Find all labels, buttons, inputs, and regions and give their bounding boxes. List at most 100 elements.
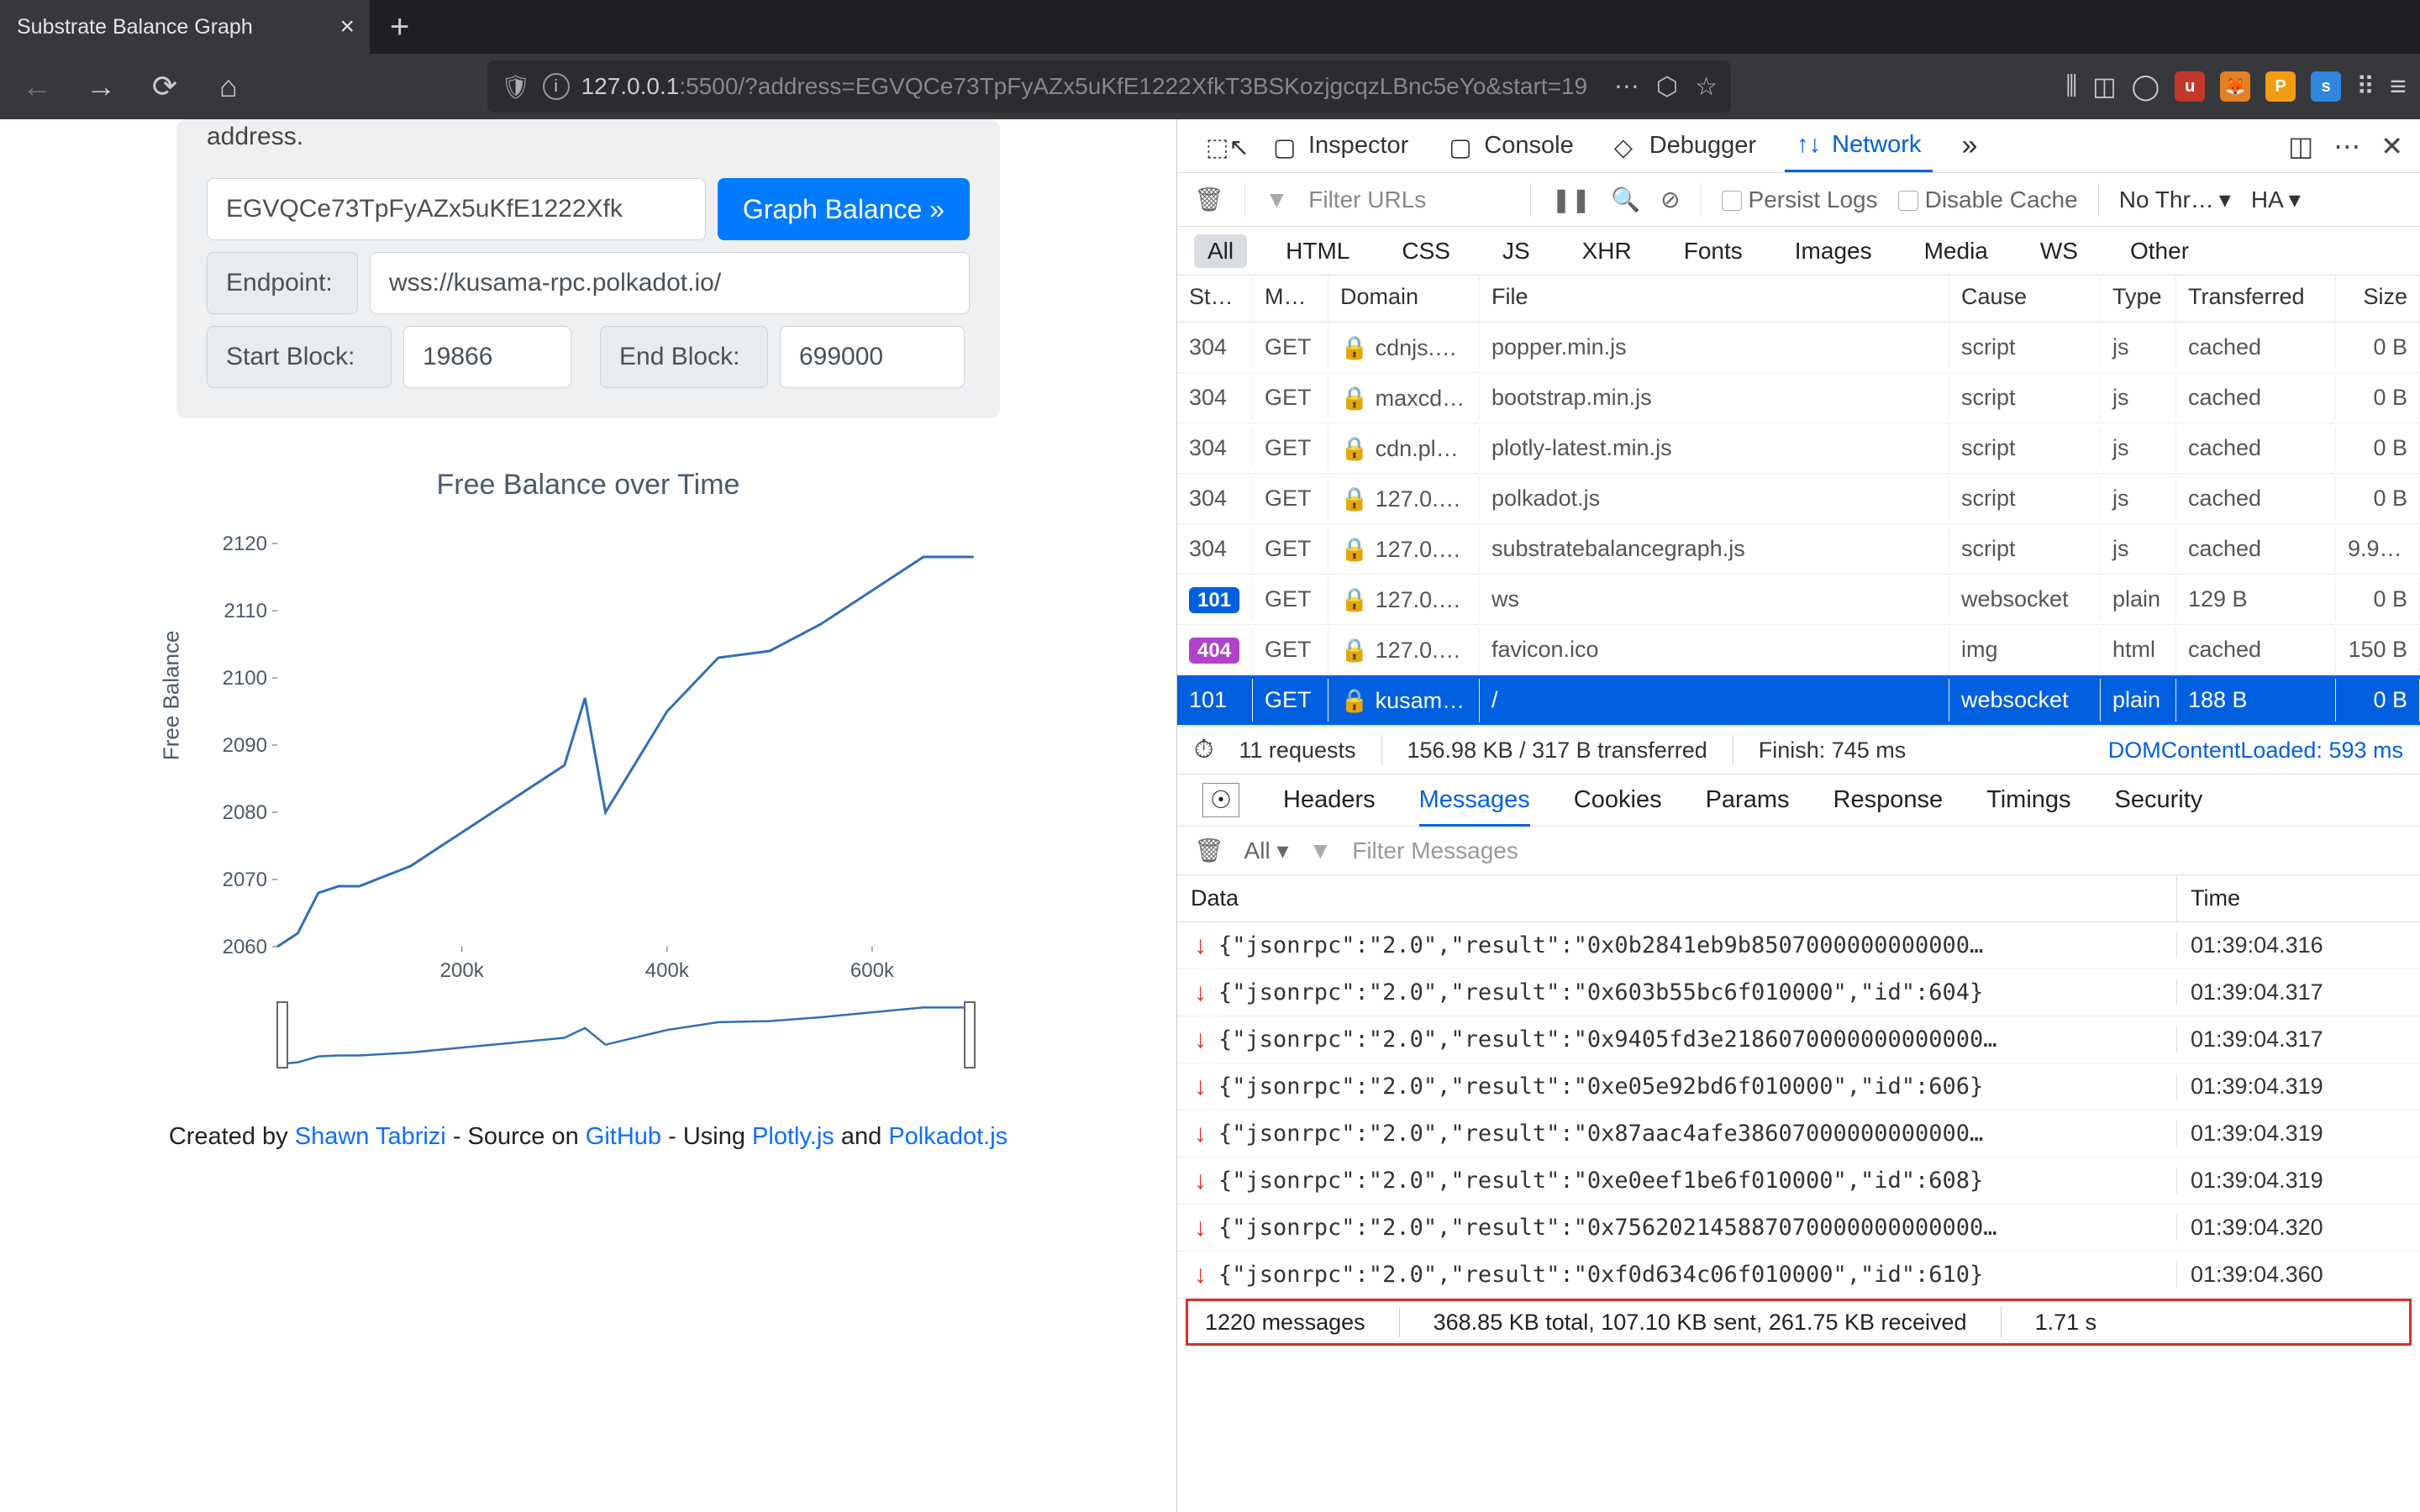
graph-balance-button[interactable]: Graph Balance » xyxy=(718,178,970,240)
network-row[interactable]: 304GET🔒maxcdn…bootstrap.min.jsscriptjsca… xyxy=(1177,373,2420,423)
account-icon[interactable]: ◯ xyxy=(2132,72,2160,102)
type-filter-js[interactable]: JS xyxy=(1489,234,1544,268)
har-select[interactable]: HA ▾ xyxy=(2251,186,2301,213)
browser-tab[interactable]: Substrate Balance Graph × xyxy=(0,0,370,54)
message-row[interactable]: ↓{"jsonrpc":"2.0","result":"0x0b2841eb9b… xyxy=(1177,922,2420,969)
col-domain[interactable]: Domain xyxy=(1328,276,1480,322)
author-link[interactable]: Shawn Tabrizi xyxy=(295,1123,446,1150)
col-cause[interactable]: Cause xyxy=(1949,276,2101,322)
plot-area[interactable]: Free Balance 206020702080209021002110212… xyxy=(185,535,992,1089)
filter-messages-input[interactable]: Filter Messages xyxy=(1352,837,1518,864)
tabs-overflow[interactable]: » xyxy=(1949,119,1989,172)
tab-inspector[interactable]: ▢Inspector xyxy=(1261,119,1420,172)
network-row[interactable]: 101GET🔒127.0.0.…wswebsocketplain129 B0 B xyxy=(1177,575,2420,625)
trash-icon[interactable]: 🗑 xyxy=(1194,837,1224,864)
type-filter-media[interactable]: Media xyxy=(1911,234,2002,268)
message-row[interactable]: ↓{"jsonrpc":"2.0","result":"0x7562021458… xyxy=(1177,1205,2420,1252)
disable-cache-checkbox[interactable]: Disable Cache xyxy=(1898,186,2078,213)
filter-urls-input[interactable]: Filter URLs xyxy=(1308,186,1510,213)
subtab-params[interactable]: Params xyxy=(1706,786,1790,814)
col-file[interactable]: File xyxy=(1480,276,1949,322)
type-filter-ws[interactable]: WS xyxy=(2027,234,2091,268)
home-button[interactable]: ⌂ xyxy=(205,63,252,110)
plotly-link[interactable]: Plotly.js xyxy=(752,1123,834,1150)
down-arrow-icon: ↓ xyxy=(1177,1026,1218,1054)
ext-metamask-icon[interactable]: 🦊 xyxy=(2220,71,2250,102)
search-icon[interactable]: 🔍 xyxy=(1611,186,1640,213)
down-arrow-icon: ↓ xyxy=(1177,1167,1218,1195)
devtools-more-icon[interactable]: ⋯ xyxy=(2333,130,2360,162)
subtab-timings[interactable]: Timings xyxy=(1986,786,2070,814)
tab-debugger[interactable]: ◇Debugger xyxy=(1602,119,1768,172)
devtools-close-icon[interactable]: ✕ xyxy=(2381,130,2403,162)
puzzle-icon[interactable]: ⠿ xyxy=(2356,72,2375,102)
close-icon[interactable]: × xyxy=(339,13,355,41)
message-row[interactable]: ↓{"jsonrpc":"2.0","result":"0xe0eef1be6f… xyxy=(1177,1158,2420,1205)
type-filter-all[interactable]: All xyxy=(1194,234,1247,268)
network-row[interactable]: 304GET🔒cdnjs.cl…popper.min.jsscriptjscac… xyxy=(1177,323,2420,373)
message-row[interactable]: ↓{"jsonrpc":"2.0","result":"0x603b55bc6f… xyxy=(1177,969,2420,1016)
down-arrow-icon: ↓ xyxy=(1177,979,1218,1007)
shield-icon[interactable]: 🛡 xyxy=(501,73,531,101)
url-bar[interactable]: 🛡 i 127.0.0.1:5500/?address=EGVQCe73TpFy… xyxy=(487,60,1731,113)
pocket-icon[interactable]: ⬡ xyxy=(1656,72,1678,102)
subtab-cookies[interactable]: Cookies xyxy=(1574,786,1662,814)
ext-blue-icon[interactable]: s xyxy=(2311,71,2341,102)
col-status[interactable]: Sta… xyxy=(1177,276,1253,322)
col-data[interactable]: Data xyxy=(1177,875,2176,921)
end-block-input[interactable] xyxy=(780,326,965,388)
col-size[interactable]: Size xyxy=(2336,276,2420,322)
col-type[interactable]: Type xyxy=(2101,276,2176,322)
subtab-security[interactable]: Security xyxy=(2115,786,2203,814)
forward-button[interactable]: → xyxy=(77,63,124,110)
block-icon[interactable]: ⊘ xyxy=(1660,186,1680,213)
message-row[interactable]: ↓{"jsonrpc":"2.0","result":"0xe05e92bd6f… xyxy=(1177,1063,2420,1110)
info-icon[interactable]: i xyxy=(543,73,570,100)
network-row[interactable]: 304GET🔒127.0.0.…substratebalancegraph.js… xyxy=(1177,524,2420,575)
tab-network[interactable]: ↑↓Network xyxy=(1785,119,1933,172)
type-filter-fonts[interactable]: Fonts xyxy=(1670,234,1756,268)
type-filter-xhr[interactable]: XHR xyxy=(1569,234,1645,268)
network-row[interactable]: 304GET🔒cdn.plot…plotly-latest.min.jsscri… xyxy=(1177,423,2420,474)
throttle-select[interactable]: No Thr… ▾ xyxy=(2119,186,2231,213)
subtab-response[interactable]: Response xyxy=(1833,786,1944,814)
col-time[interactable]: Time xyxy=(2176,875,2420,921)
network-row[interactable]: 404GET🔒127.0.0.…favicon.icoimghtmlcached… xyxy=(1177,625,2420,675)
col-transferred[interactable]: Transferred xyxy=(2176,276,2336,322)
message-row[interactable]: ↓{"jsonrpc":"2.0","result":"0x87aac4afe3… xyxy=(1177,1110,2420,1158)
details-target-icon[interactable]: ☉ xyxy=(1202,783,1239,817)
star-icon[interactable]: ☆ xyxy=(1695,72,1718,102)
menu-icon[interactable]: ≡ xyxy=(2390,71,2407,103)
network-row[interactable]: 101GET🔒kusama…/websocketplain188 B0 B xyxy=(1177,675,2420,726)
subtab-headers[interactable]: Headers xyxy=(1283,786,1376,814)
address-input[interactable] xyxy=(207,178,706,240)
library-icon[interactable]: ⫼ xyxy=(2065,72,2077,101)
more-icon[interactable]: ⋯ xyxy=(1614,72,1639,102)
type-filter-images[interactable]: Images xyxy=(1781,234,1886,268)
ext-polkadot-icon[interactable]: P xyxy=(2265,71,2296,102)
type-filter-html[interactable]: HTML xyxy=(1272,234,1363,268)
tab-console[interactable]: ▢Console xyxy=(1437,119,1585,172)
message-row[interactable]: ↓{"jsonrpc":"2.0","result":"0xf0d634c06f… xyxy=(1177,1252,2420,1299)
dock-icon[interactable]: ◫ xyxy=(2288,130,2313,162)
pick-element-button[interactable]: ⬚↖ xyxy=(1194,119,1244,172)
persist-logs-checkbox[interactable]: Persist Logs xyxy=(1722,186,1878,213)
msg-filter-all[interactable]: All ▾ xyxy=(1244,837,1289,864)
reload-button[interactable]: ⟳ xyxy=(141,63,188,110)
polkadot-link[interactable]: Polkadot.js xyxy=(888,1123,1007,1150)
start-block-input[interactable] xyxy=(403,326,571,388)
type-filter-css[interactable]: CSS xyxy=(1388,234,1464,268)
new-tab-button[interactable]: + xyxy=(370,8,429,46)
subtab-messages[interactable]: Messages xyxy=(1419,786,1530,827)
type-filter-other[interactable]: Other xyxy=(2117,234,2202,268)
col-method[interactable]: Me… xyxy=(1253,276,1328,322)
messages-header: Data Time xyxy=(1177,875,2420,922)
sidebar-icon[interactable]: ◫ xyxy=(2092,72,2116,102)
network-row[interactable]: 304GET🔒127.0.0.…polkadot.jsscriptjscache… xyxy=(1177,474,2420,524)
endpoint-input[interactable] xyxy=(370,252,970,314)
message-row[interactable]: ↓{"jsonrpc":"2.0","result":"0x9405fd3e21… xyxy=(1177,1016,2420,1063)
trash-icon[interactable]: 🗑 xyxy=(1194,186,1224,213)
pause-icon[interactable]: ❚❚ xyxy=(1551,186,1591,213)
github-link[interactable]: GitHub xyxy=(586,1123,661,1150)
ext-ublock-icon[interactable]: u xyxy=(2175,71,2205,102)
